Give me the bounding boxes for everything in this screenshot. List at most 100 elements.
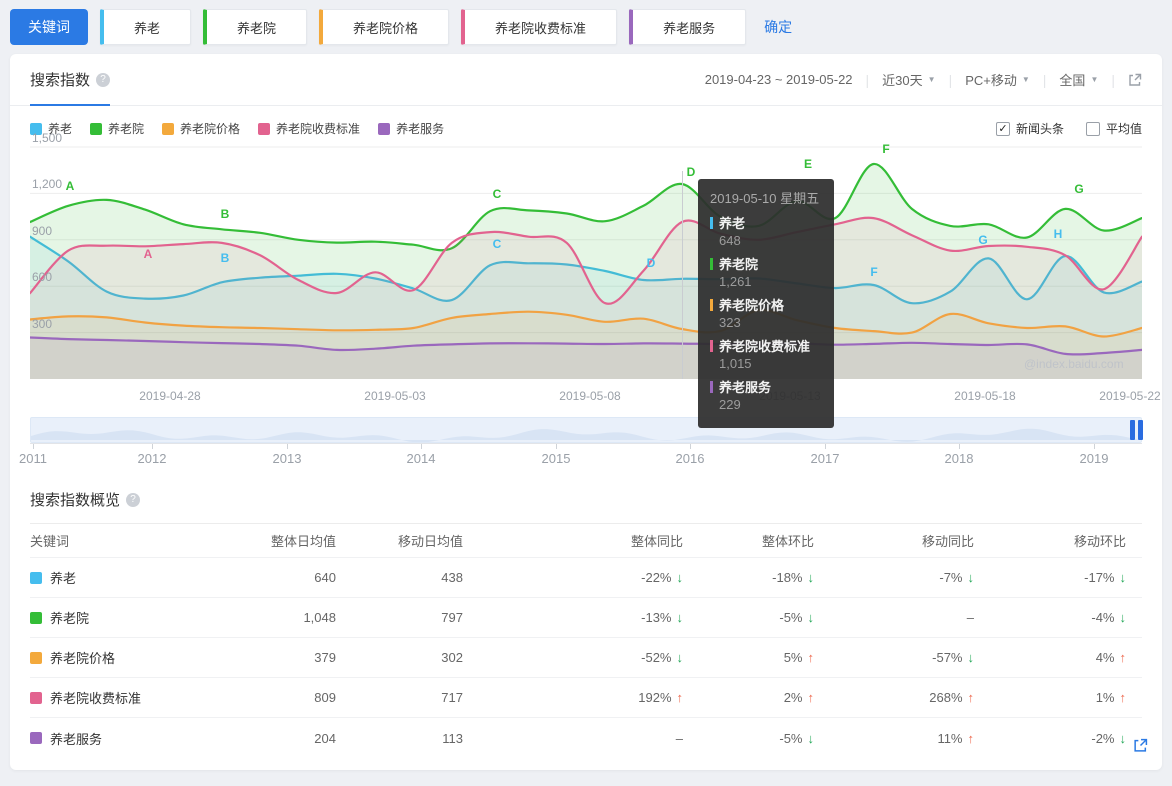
y-axis-label: 600 (32, 270, 53, 284)
chevron-down-icon: ▼ (927, 75, 936, 84)
keyword-name: 养老服务 (50, 731, 103, 747)
news-marker-c[interactable]: C (493, 237, 502, 251)
tooltip-series-bar (710, 298, 713, 311)
legend-label: 养老院价格 (180, 122, 241, 136)
help-icon[interactable]: ? (96, 72, 111, 87)
news-marker-d[interactable]: D (647, 256, 656, 270)
trend-cell: -13% ↓ (641, 610, 684, 625)
news-headlines-checkbox[interactable]: ✓ 新闻头条 (995, 120, 1064, 137)
chart-tooltip: 2019-05-10 星期五 养老 648 养老院 1,261 养老院价格 32… (698, 179, 834, 428)
column-header: 整体环比 (761, 534, 814, 549)
trend-down-arrow-icon: ↓ (807, 730, 815, 746)
tooltip-item: 养老服务 229 (710, 377, 822, 413)
keyword-tag[interactable]: 养老服务 (629, 9, 747, 45)
date-range[interactable]: 2019-04-23 ~ 2019-05-22 (705, 72, 853, 87)
keyword-tag[interactable]: 养老院收费标准 (461, 9, 618, 45)
keyword-tag[interactable]: 养老 (100, 9, 192, 45)
keyword-toolbar: 关键词 养老 养老院 养老院价格 养老院收费标准 养老服务 确定 (0, 0, 1172, 46)
confirm-link[interactable]: 确定 (764, 17, 792, 37)
legend-item[interactable]: 养老服务 (378, 120, 444, 137)
trend-chart[interactable]: 300 600 900 1,200 1,500 2019-04-28 2019-05-03… (30, 131, 1161, 428)
trend-up-arrow-icon: ↑ (967, 730, 975, 746)
news-marker-c[interactable]: C (493, 187, 502, 201)
tooltip-item: 养老院收费标准 1,015 (710, 336, 822, 372)
news-marker-a[interactable]: A (144, 247, 153, 261)
table-row: 养老院收费标准 809 717 192% ↑ 2% ↑ 268% ↑ 1% ↑ (30, 678, 1142, 718)
panel-header: 搜索指数 ? 2019-04-23 ~ 2019-05-22 | 近30天 ▼ … (10, 54, 1162, 106)
trend-cell: -4% ↓ (1091, 610, 1127, 625)
mobile-avg-cell: 438 (441, 570, 463, 585)
trend-up-arrow-icon: ↑ (967, 690, 975, 705)
keyword-button[interactable]: 关键词 (10, 9, 88, 45)
news-marker-g[interactable]: G (978, 233, 987, 247)
trend-down-arrow-icon: ↓ (1119, 730, 1127, 746)
tab-search-index[interactable]: 搜索指数 ? (30, 54, 111, 106)
news-marker-d[interactable]: D (687, 165, 696, 179)
trend-cell: – (966, 610, 974, 625)
slider-track[interactable] (30, 417, 1143, 443)
keyword-tag-label: 养老院收费标准 (495, 20, 587, 36)
trend-cell: -22% ↓ (641, 570, 683, 585)
slider-year-label: 2016 (675, 451, 705, 466)
news-marker-a[interactable]: A (66, 179, 75, 193)
tooltip-series-name: 养老服务 (719, 380, 772, 395)
slider-ticks (30, 443, 1142, 450)
legend-item[interactable]: 养老院价格 (162, 120, 240, 137)
trend-down-arrow-icon: ↓ (1119, 610, 1127, 625)
news-marker-b[interactable]: B (221, 251, 230, 265)
slider-year-labels: 2011 2012 2013 2014 2015 2016 2017 2018 2019 (19, 451, 1142, 467)
watermark: @index.baidu.com (1024, 357, 1124, 371)
tooltip-series-name: 养老院 (719, 257, 759, 272)
news-marker-b[interactable]: B (221, 207, 230, 221)
slider-year-label: 2012 (137, 451, 167, 466)
average-checkbox[interactable]: 平均值 (1085, 120, 1142, 137)
device-dropdown[interactable]: PC+移动 ▼ (965, 70, 1030, 89)
trend-cell: 1% ↑ (1095, 690, 1127, 705)
tooltip-series-value: 1,261 (719, 274, 752, 289)
legend-swatch (162, 122, 175, 135)
keyword-cell: 养老院收费标准 (30, 688, 210, 707)
region-dropdown[interactable]: 全国 ▼ (1059, 70, 1098, 89)
news-marker-f[interactable]: F (882, 142, 889, 156)
x-axis-label: 2019-05-08 (559, 389, 621, 403)
slider-handle[interactable] (1130, 420, 1143, 440)
news-marker-f[interactable]: F (870, 265, 877, 279)
legend-row: 养老 养老院 养老院价格 养老院收费标准 养老服务 ✓ 新闻头条 平均值 (10, 106, 1162, 137)
news-marker-h[interactable]: H (1054, 227, 1063, 241)
tooltip-date: 2019-05-10 星期五 (710, 191, 820, 206)
tooltip-item: 养老院价格 323 (710, 295, 822, 331)
checkbox-checked-icon: ✓ (995, 121, 1010, 136)
keyword-tag-label: 养老 (134, 20, 161, 36)
mobile-avg-cell: 113 (442, 730, 463, 746)
trend-up-arrow-icon: ↑ (1119, 690, 1127, 705)
column-header: 整体同比 (630, 534, 683, 549)
keyword-tag-label: 养老院 (237, 20, 277, 36)
legend-label: 养老院收费标准 (276, 122, 361, 136)
legend-label: 养老院 (108, 122, 145, 136)
keyword-tag[interactable]: 养老院价格 (319, 9, 450, 45)
trend-down-arrow-icon: ↓ (676, 610, 684, 625)
external-link-icon[interactable] (1128, 73, 1142, 87)
trend-cell: 4% ↑ (1095, 650, 1126, 665)
mobile-avg-cell: 717 (441, 690, 463, 705)
tooltip-series-value: 1,015 (719, 356, 752, 371)
trend-cell: 5% ↑ (783, 650, 814, 665)
chart-canvas[interactable] (30, 143, 1142, 383)
y-axis-label: 900 (32, 224, 53, 238)
keyword-cell: 养老院 (30, 608, 210, 627)
tooltip-series-bar (710, 257, 713, 270)
keyword-tag[interactable]: 养老院 (203, 9, 308, 45)
help-icon[interactable]: ? (126, 492, 141, 507)
legend-item[interactable]: 养老院收费标准 (258, 120, 360, 137)
overview-title: 搜索指数概览 (30, 492, 121, 509)
column-header: 移动环比 (1073, 534, 1126, 549)
news-marker-e[interactable]: E (804, 157, 812, 171)
trend-cell: 268% ↑ (929, 690, 975, 705)
y-axis-label: 1,200 (32, 177, 63, 191)
range-dropdown[interactable]: 近30天 ▼ (882, 70, 935, 89)
overall-avg-cell: 1,048 (303, 610, 336, 625)
news-marker-g[interactable]: G (1074, 182, 1083, 196)
x-axis-label: 2019-05-18 (954, 389, 1016, 403)
external-link-bottom-icon[interactable] (1133, 738, 1148, 758)
legend-item[interactable]: 养老院 (90, 120, 144, 137)
